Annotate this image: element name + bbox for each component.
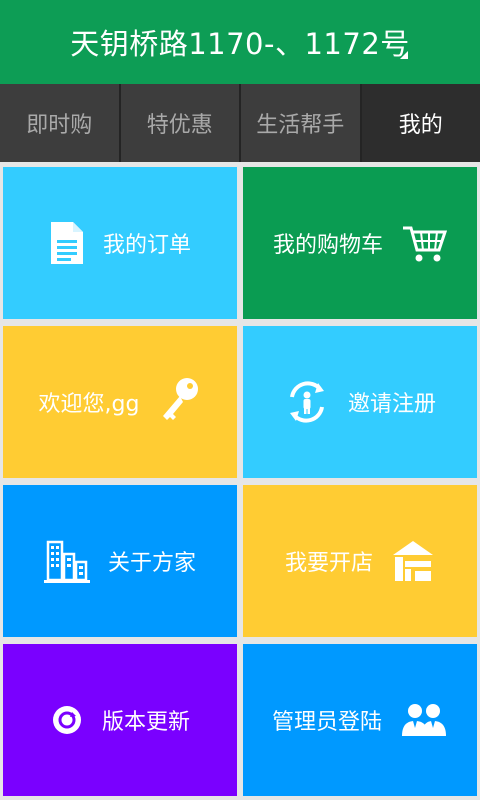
tile-label: 邀请注册	[347, 392, 436, 417]
buildings-icon	[43, 538, 90, 584]
tile-open-shop[interactable]: 我要开店	[243, 485, 477, 637]
invite-person-icon	[284, 379, 330, 425]
tile-my-orders[interactable]: 我的订单	[3, 167, 237, 319]
tab-life-helper[interactable]: 生活帮手	[241, 84, 362, 162]
tile-label: 我要开店	[284, 551, 373, 576]
tile-label: 关于方家	[107, 551, 196, 576]
tile-label: 管理员登陆	[271, 710, 382, 735]
tab-special-offers[interactable]: 特优惠	[121, 84, 241, 162]
header-bar: 天钥桥路1170-、1172号	[0, 0, 480, 84]
tile-label: 我的购物车	[272, 233, 383, 258]
dropdown-corner-icon[interactable]	[400, 51, 408, 59]
tile-admin-login[interactable]: 管理员登陆	[243, 644, 477, 796]
tile-label: 版本更新	[101, 710, 190, 735]
tile-invite-register[interactable]: 邀请注册	[243, 326, 477, 478]
admin-users-icon	[400, 700, 448, 740]
tile-label: 欢迎您,gg	[38, 392, 140, 417]
document-icon	[49, 220, 85, 266]
tab-bar: 即时购 特优惠 生活帮手 我的	[0, 84, 480, 162]
tile-my-cart[interactable]: 我的购物车	[243, 167, 477, 319]
shop-icon	[391, 539, 435, 583]
tile-about[interactable]: 关于方家	[3, 485, 237, 637]
tile-label: 我的订单	[102, 233, 191, 258]
key-icon	[157, 376, 201, 428]
tile-welcome[interactable]: 欢迎您,gg	[3, 326, 237, 478]
location-title[interactable]: 天钥桥路1170-、1172号	[70, 21, 410, 63]
tab-mine[interactable]: 我的	[361, 84, 480, 162]
tile-version-update[interactable]: 版本更新	[3, 644, 237, 796]
shopping-cart-icon	[401, 222, 447, 264]
update-icon	[50, 703, 84, 737]
tab-instant-buy[interactable]: 即时购	[0, 84, 121, 162]
